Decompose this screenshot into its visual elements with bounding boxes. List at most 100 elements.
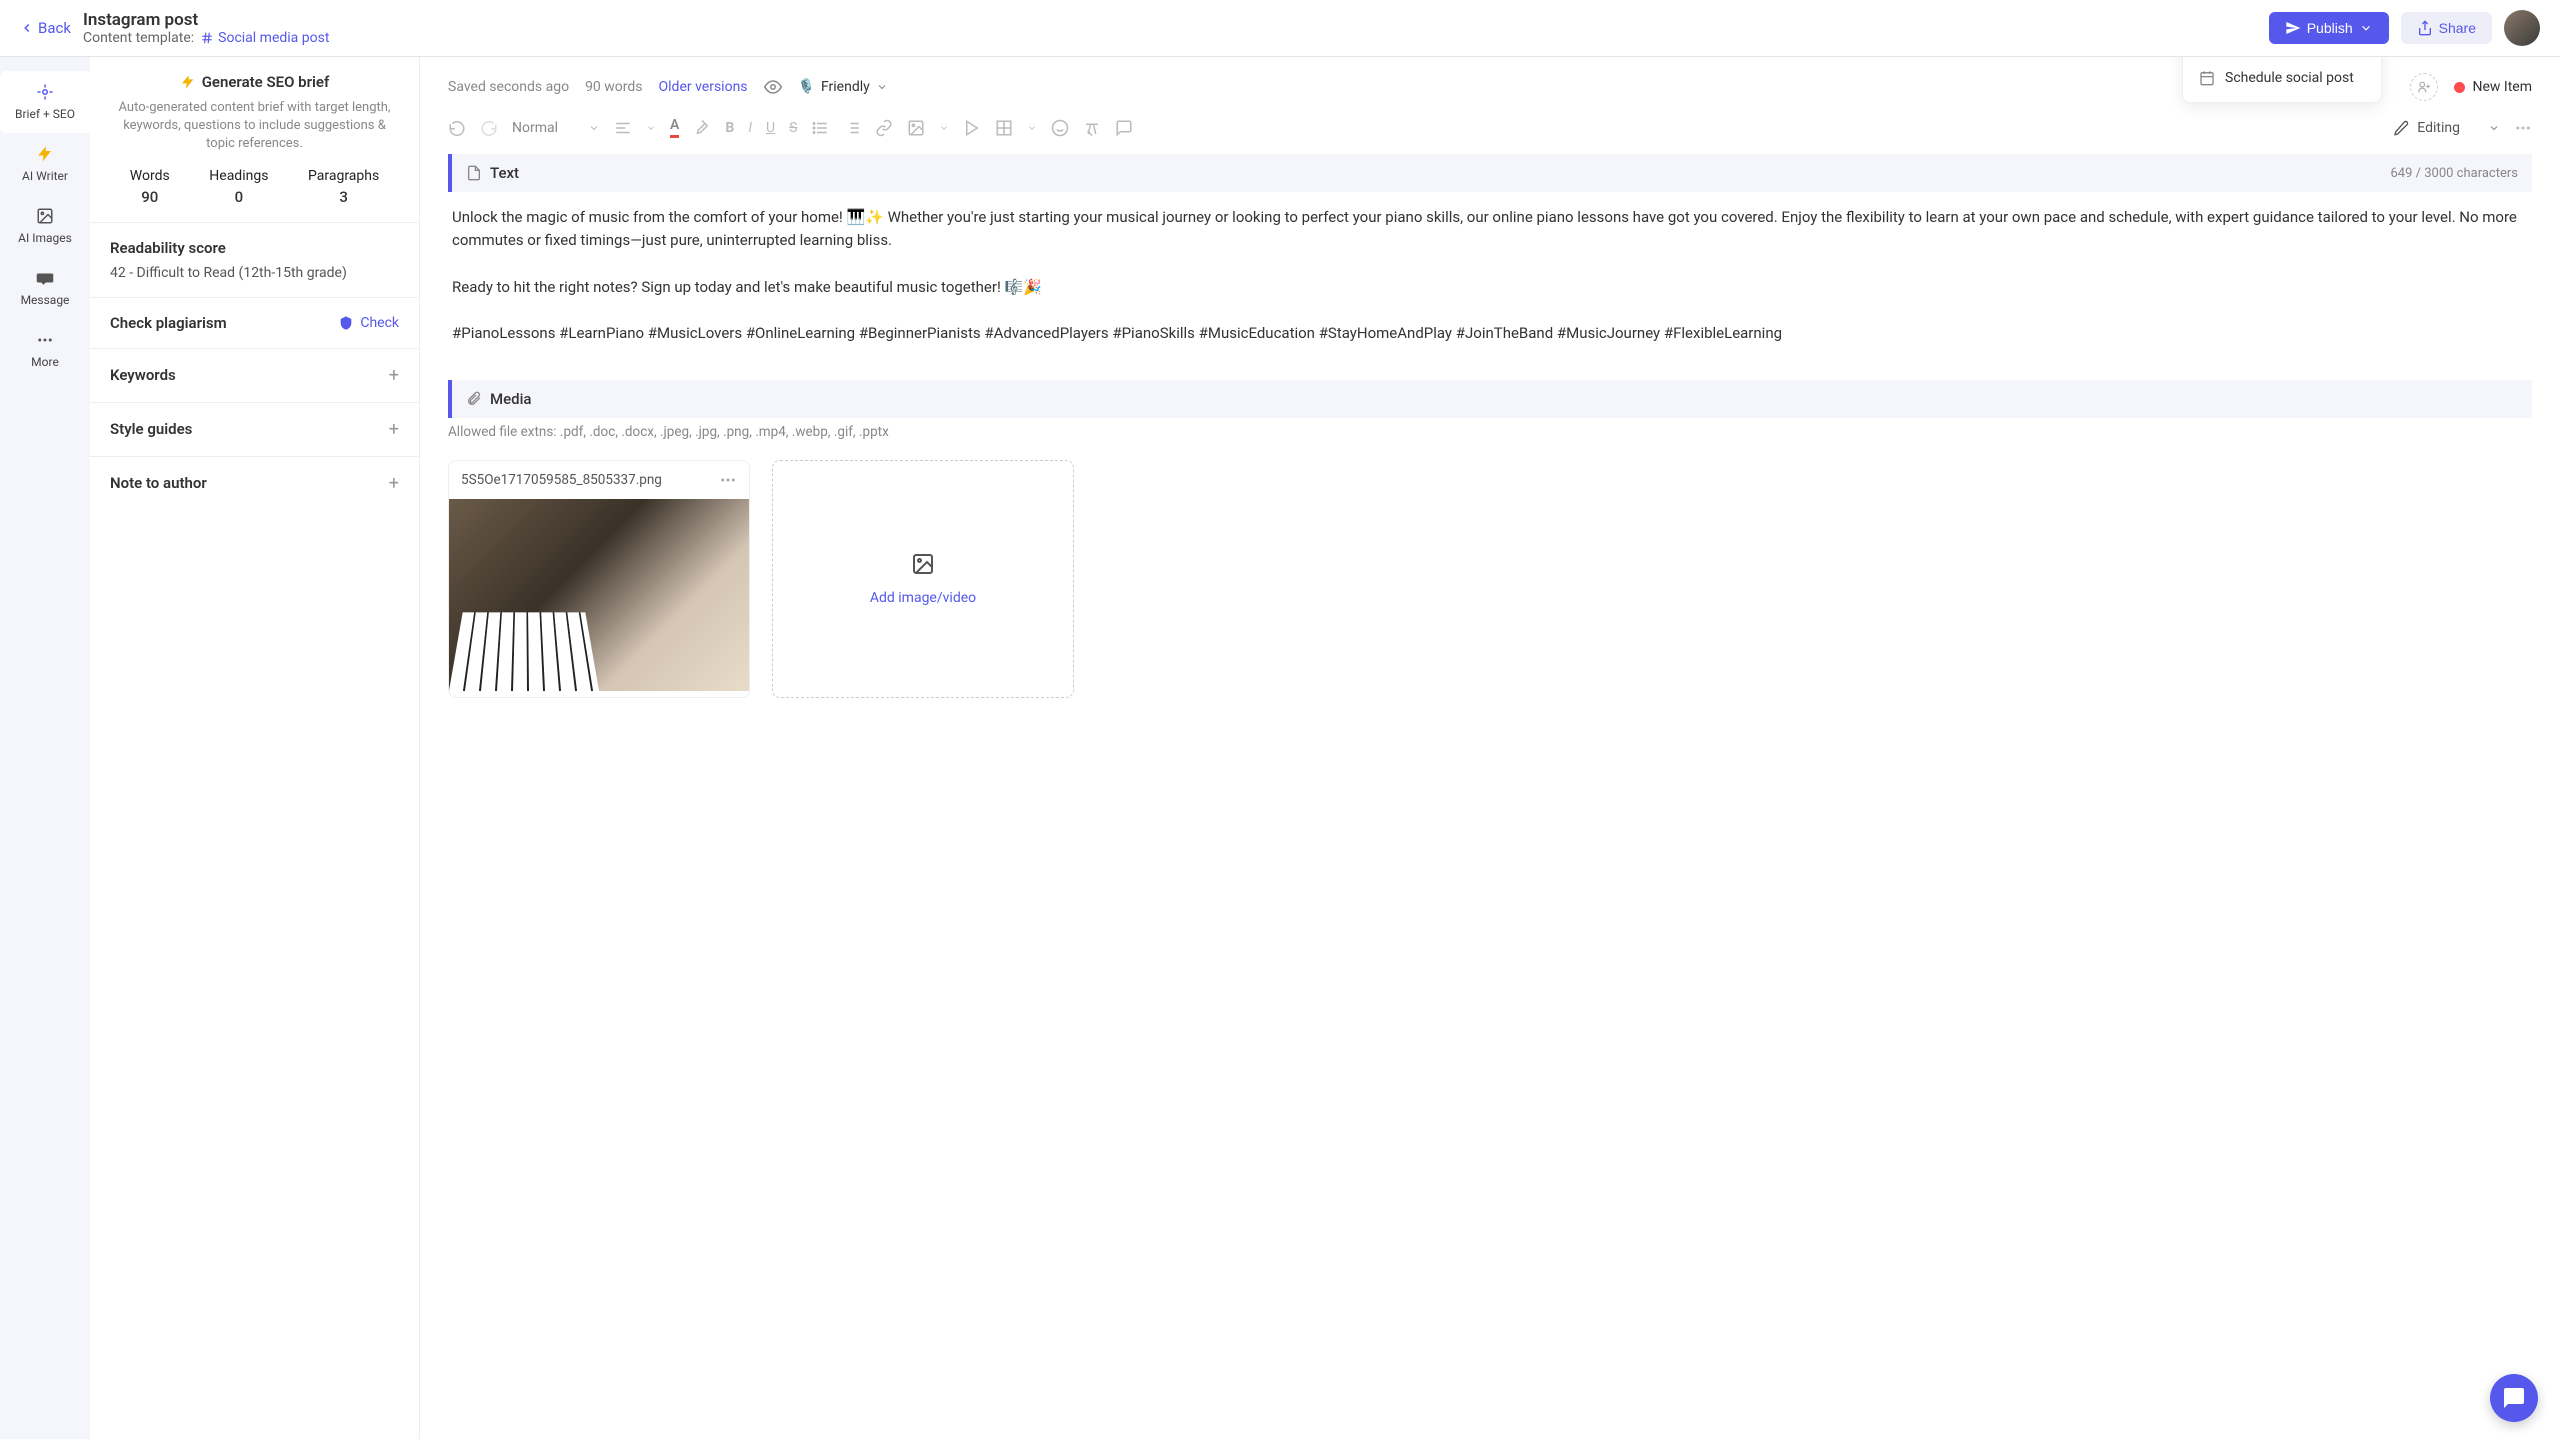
bold-button[interactable]: B — [725, 120, 734, 136]
editor-area: Saved seconds ago 90 words Older version… — [420, 57, 2560, 1439]
calendar-icon — [2199, 70, 2215, 86]
text-content[interactable]: Unlock the magic of music from the comfo… — [448, 192, 2532, 360]
nav-ai-images[interactable]: AI Images — [0, 195, 90, 257]
older-versions-link[interactable]: Older versions — [659, 79, 748, 95]
paragraph: Ready to hit the right notes? Sign up to… — [452, 276, 2528, 299]
align-button[interactable] — [614, 119, 632, 137]
chevron-down-icon — [588, 122, 600, 134]
status-selector[interactable]: New Item — [2454, 79, 2533, 95]
back-label: Back — [38, 19, 71, 37]
add-media-button[interactable]: Add image/video — [772, 460, 1074, 698]
text-style-select[interactable]: Normal — [512, 120, 600, 136]
nav-brief-seo[interactable]: Brief + SEO — [0, 71, 90, 133]
page-title: Instagram post — [83, 10, 2257, 30]
link-button[interactable] — [875, 119, 893, 137]
template-link[interactable]: Social media post — [200, 30, 329, 46]
emoji-button[interactable] — [1051, 119, 1069, 137]
editor-info-row: Saved seconds ago 90 words Older version… — [448, 73, 2532, 101]
undo-button[interactable] — [448, 119, 466, 137]
media-block-header: Media — [448, 380, 2532, 418]
add-style-guide-button[interactable]: + — [389, 419, 399, 440]
seo-description: Auto-generated content brief with target… — [110, 99, 399, 154]
nav-more[interactable]: More — [0, 319, 90, 381]
chevron-down-icon[interactable] — [1027, 123, 1037, 133]
image-icon — [36, 207, 54, 225]
share-label: Share — [2439, 20, 2476, 36]
redo-button[interactable] — [480, 119, 498, 137]
nav-label: Message — [21, 293, 70, 307]
check-plagiarism-button[interactable]: Check — [338, 315, 399, 331]
chevron-down-icon — [2359, 21, 2373, 35]
more-icon[interactable] — [719, 471, 737, 489]
chevron-down-icon[interactable] — [646, 123, 656, 133]
user-avatar[interactable] — [2504, 10, 2540, 46]
style-guides-section[interactable]: Style guides + — [110, 403, 399, 456]
readability-title: Readability score — [110, 239, 399, 257]
strike-button[interactable]: S — [789, 120, 797, 136]
target-icon — [36, 83, 54, 101]
shield-icon — [338, 315, 354, 331]
highlight-button[interactable] — [693, 119, 711, 137]
template-row: Content template: Social media post — [83, 30, 2257, 46]
tone-selector[interactable]: 🎙️ Friendly — [798, 79, 888, 95]
schedule-social-post[interactable]: Schedule social post — [2183, 60, 2381, 96]
video-button[interactable] — [963, 119, 981, 137]
stat-label: Words — [130, 168, 170, 184]
publish-button[interactable]: Publish — [2269, 12, 2389, 44]
keywords-section[interactable]: Keywords + — [110, 349, 399, 402]
back-button[interactable]: Back — [20, 19, 71, 37]
add-keyword-button[interactable]: + — [389, 365, 399, 386]
formatting-toolbar: Normal A B I U S Editing — [448, 117, 2532, 138]
text-color-button[interactable]: A — [670, 117, 679, 138]
readability-section: Readability score 42 - Difficult to Read… — [110, 223, 399, 297]
bullet-list-button[interactable] — [811, 119, 829, 137]
nav-ai-writer[interactable]: AI Writer — [0, 133, 90, 195]
media-row: 5S5Oe1717059585_8505337.png Add image/vi… — [448, 450, 2532, 708]
italic-button[interactable]: I — [748, 120, 752, 136]
nav-label: AI Writer — [22, 169, 68, 183]
text-block-title: Text — [490, 164, 519, 182]
text-block-header: Text 649 / 3000 characters — [448, 154, 2532, 192]
chevron-down-icon[interactable] — [939, 123, 949, 133]
add-note-button[interactable]: + — [389, 473, 399, 494]
mic-icon: 🎙️ — [798, 79, 815, 95]
word-count: 90 words — [585, 79, 642, 95]
mode-selector[interactable]: Editing — [2393, 120, 2500, 136]
stat-paragraphs: Paragraphs 3 — [308, 168, 379, 206]
character-count: 649 / 3000 characters — [2390, 166, 2518, 181]
send-icon — [2285, 20, 2301, 36]
text-style-label: Normal — [512, 120, 558, 136]
numbered-list-button[interactable] — [843, 119, 861, 137]
message-icon — [36, 269, 54, 287]
publish-label: Publish — [2307, 20, 2353, 36]
stat-headings: Headings 0 — [209, 168, 268, 206]
eye-icon[interactable] — [764, 78, 782, 96]
publish-dropdown: Share social post Schedule social post — [2182, 57, 2382, 103]
media-block-title: Media — [490, 390, 532, 408]
media-thumbnail — [449, 499, 749, 691]
stat-value: 90 — [130, 188, 170, 206]
comment-button[interactable] — [1115, 119, 1133, 137]
stat-label: Headings — [209, 168, 268, 184]
underline-button[interactable]: U — [766, 120, 775, 136]
stats-row: Words 90 Headings 0 Paragraphs 3 — [110, 168, 399, 206]
hashtags: #PianoLessons #LearnPiano #MusicLovers #… — [452, 322, 2528, 345]
media-block: Media Allowed file extns: .pdf, .doc, .d… — [448, 380, 2532, 708]
image-button[interactable] — [907, 119, 925, 137]
media-item[interactable]: 5S5Oe1717059585_8505337.png — [448, 460, 750, 698]
clear-format-button[interactable] — [1083, 119, 1101, 137]
nav-message[interactable]: Message — [0, 257, 90, 319]
chevron-left-icon — [20, 21, 34, 35]
more-options-button[interactable] — [2514, 119, 2532, 137]
nav-label: Brief + SEO — [15, 107, 75, 121]
assignee-placeholder[interactable] — [2410, 73, 2438, 101]
nav-label: More — [31, 355, 59, 369]
dots-icon — [36, 331, 54, 349]
chat-fab[interactable] — [2490, 1374, 2538, 1422]
table-button[interactable] — [995, 119, 1013, 137]
tone-label: Friendly — [821, 79, 870, 95]
plagiarism-section: Check plagiarism Check — [110, 298, 399, 348]
share-button[interactable]: Share — [2401, 12, 2492, 44]
template-name: Social media post — [218, 30, 329, 46]
note-section[interactable]: Note to author + — [110, 457, 399, 510]
